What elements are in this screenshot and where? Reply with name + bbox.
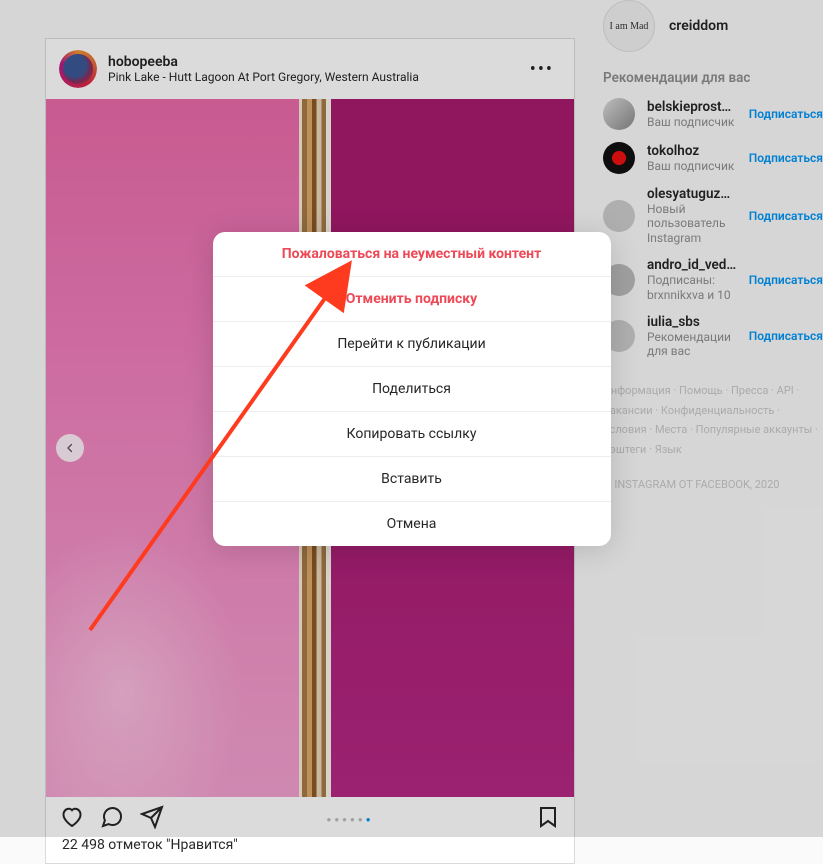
modal-overlay[interactable]: Пожаловаться на неуместный контент Отмен… bbox=[0, 0, 823, 837]
dialog-share-button[interactable]: Поделиться bbox=[213, 366, 611, 411]
dialog-embed-button[interactable]: Вставить bbox=[213, 456, 611, 501]
dialog-report-button[interactable]: Пожаловаться на неуместный контент bbox=[213, 232, 611, 276]
dialog-copy-link-button[interactable]: Копировать ссылку bbox=[213, 411, 611, 456]
post-options-dialog: Пожаловаться на неуместный контент Отмен… bbox=[213, 232, 611, 546]
dialog-unfollow-button[interactable]: Отменить подписку bbox=[213, 276, 611, 321]
dialog-cancel-button[interactable]: Отмена bbox=[213, 501, 611, 546]
likes-count[interactable]: 22 498 отметок "Нравится" bbox=[46, 837, 574, 863]
dialog-goto-post-button[interactable]: Перейти к публикации bbox=[213, 321, 611, 366]
